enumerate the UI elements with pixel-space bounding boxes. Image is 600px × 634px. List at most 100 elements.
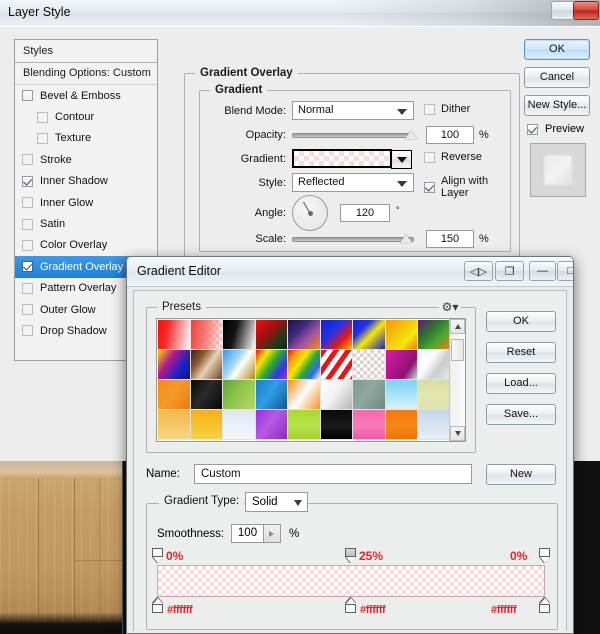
color-overlay-checkbox[interactable] (22, 239, 33, 251)
scale-input[interactable]: 150 (426, 230, 474, 248)
gradient-preset-swatch[interactable] (320, 380, 353, 410)
dither-checkbox-row[interactable]: Dither (424, 103, 470, 115)
color-stop[interactable] (345, 598, 356, 613)
ge-ok-button[interactable]: OK (486, 311, 556, 332)
bevel-emboss-checkbox[interactable] (22, 90, 33, 102)
texture-checkbox[interactable] (37, 132, 48, 144)
cancel-button[interactable]: Cancel (524, 67, 590, 88)
gear-icon[interactable]: ⚙▾ (439, 300, 461, 316)
sidebar-item-texture[interactable]: Texture (15, 128, 157, 149)
gradient-preset-swatch[interactable] (320, 320, 353, 350)
sidebar-item-inner-glow[interactable]: Inner Glow (15, 192, 157, 213)
gradient-picker-dropdown[interactable] (391, 150, 412, 169)
angle-input[interactable]: 120 (340, 204, 390, 222)
panel-icon[interactable]: ❐ (495, 261, 524, 281)
dock-icon[interactable]: ◁▷ (464, 261, 493, 281)
sidebar-item-stroke[interactable]: Stroke (15, 149, 157, 170)
gradient-style-select[interactable]: Reflected (292, 173, 414, 192)
reverse-checkbox-row[interactable]: Reverse (424, 151, 482, 163)
gradient-preset-swatch[interactable] (418, 350, 451, 380)
sidebar-item-bevel-emboss[interactable]: Bevel & Emboss (15, 85, 157, 106)
minimize-icon[interactable]: — (529, 261, 556, 281)
smoothness-input[interactable]: 100 (231, 524, 264, 543)
opacity-stop[interactable] (345, 548, 356, 563)
opacity-stop-handle[interactable] (152, 548, 163, 557)
gradient-preset-swatch[interactable] (223, 350, 256, 380)
sidebar-item-contour[interactable]: Contour (15, 106, 157, 127)
contour-checkbox[interactable] (37, 111, 48, 123)
opacity-slider-thumb[interactable] (405, 130, 417, 139)
gradient-preset-swatch[interactable] (223, 410, 256, 440)
ge-load-button[interactable]: Load... (486, 373, 556, 394)
color-stop[interactable] (539, 598, 550, 613)
color-stop-handle[interactable] (539, 604, 550, 613)
outer-glow-checkbox[interactable] (22, 304, 33, 316)
gradient-preset-swatch[interactable] (190, 320, 223, 350)
stroke-checkbox[interactable] (22, 154, 33, 166)
gradient-preset-swatch[interactable] (255, 350, 288, 380)
sidebar-item-inner-shadow[interactable]: Inner Shadow (15, 171, 157, 192)
gradient-preset-swatch[interactable] (418, 410, 451, 440)
gradient-preset-swatch[interactable] (158, 320, 191, 350)
opacity-stop[interactable] (152, 548, 163, 563)
gradient-preset-swatch[interactable] (190, 350, 223, 380)
gradient-preset-swatch[interactable] (418, 320, 451, 350)
scale-slider-thumb[interactable] (400, 234, 412, 243)
dither-checkbox[interactable] (424, 103, 435, 115)
ge-save-button[interactable]: Save... (486, 404, 556, 425)
opacity-stop-handle[interactable] (539, 548, 550, 557)
opacity-stop-handle[interactable] (345, 548, 356, 557)
align-with-layer-checkbox[interactable] (424, 181, 435, 193)
drop-shadow-checkbox[interactable] (22, 325, 33, 337)
gradient-preset-swatch[interactable] (190, 410, 223, 440)
new-style-button[interactable]: New Style... (524, 95, 590, 116)
scrollbar-thumb[interactable] (451, 339, 464, 361)
gradient-overlay-checkbox[interactable] (22, 261, 33, 273)
name-input[interactable]: Custom (194, 464, 472, 484)
color-stop-handle[interactable] (152, 604, 163, 613)
maximize-icon[interactable]: □ (557, 261, 573, 281)
gradient-preset-swatch[interactable] (190, 380, 223, 410)
gradient-preset-swatch[interactable] (353, 320, 386, 350)
color-stop[interactable] (152, 598, 163, 613)
gradient-preset-swatch[interactable] (158, 350, 191, 380)
opacity-stop[interactable] (539, 548, 550, 563)
gradient-preset-swatch[interactable] (288, 350, 321, 380)
satin-checkbox[interactable] (22, 218, 33, 230)
angle-dial[interactable] (292, 195, 328, 231)
blend-mode-select[interactable]: Normal (292, 101, 414, 120)
presets-scrollbar[interactable] (449, 319, 465, 441)
gradient-preset-swatch[interactable] (288, 380, 321, 410)
close-icon[interactable] (573, 1, 599, 20)
inner-glow-checkbox[interactable] (22, 197, 33, 209)
gradient-preset-swatch[interactable] (255, 380, 288, 410)
gradient-editor-titlebar[interactable]: Gradient Editor ◁▷ ❐ — □ ✕ (127, 257, 573, 287)
gradient-preset-swatch[interactable] (255, 410, 288, 440)
gradient-preset-swatch[interactable] (320, 350, 353, 380)
scroll-up-icon[interactable] (450, 319, 465, 334)
gradient-preset-swatch[interactable] (385, 350, 418, 380)
gradient-preset-swatch[interactable] (288, 410, 321, 440)
gradient-preset-swatch[interactable] (353, 350, 386, 380)
sidebar-item-color-overlay[interactable]: Color Overlay (15, 235, 157, 256)
gradient-preset-swatch[interactable] (158, 380, 191, 410)
gradient-preset-swatch[interactable] (158, 410, 191, 440)
preview-checkbox-row[interactable]: Preview (527, 123, 590, 135)
ok-button[interactable]: OK (524, 39, 590, 60)
gradient-preset-swatch[interactable] (385, 380, 418, 410)
gradient-preset-swatch[interactable] (223, 320, 256, 350)
sidebar-item-blending-options[interactable]: Blending Options: Custom (15, 63, 157, 85)
gradient-preset-swatch[interactable] (255, 320, 288, 350)
opacity-input[interactable]: 100 (426, 126, 474, 144)
opacity-slider[interactable] (292, 133, 414, 138)
scale-slider[interactable] (292, 237, 414, 242)
layer-style-titlebar[interactable]: Layer Style (0, 0, 600, 27)
gradient-preset-swatch[interactable] (320, 410, 353, 440)
smoothness-stepper[interactable] (264, 524, 281, 543)
reverse-checkbox[interactable] (424, 151, 435, 163)
gradient-preset-swatch[interactable] (353, 380, 386, 410)
preview-checkbox[interactable] (527, 123, 538, 135)
gradient-preset-swatch[interactable] (418, 380, 451, 410)
pattern-overlay-checkbox[interactable] (22, 282, 33, 294)
color-stop-handle[interactable] (345, 604, 356, 613)
